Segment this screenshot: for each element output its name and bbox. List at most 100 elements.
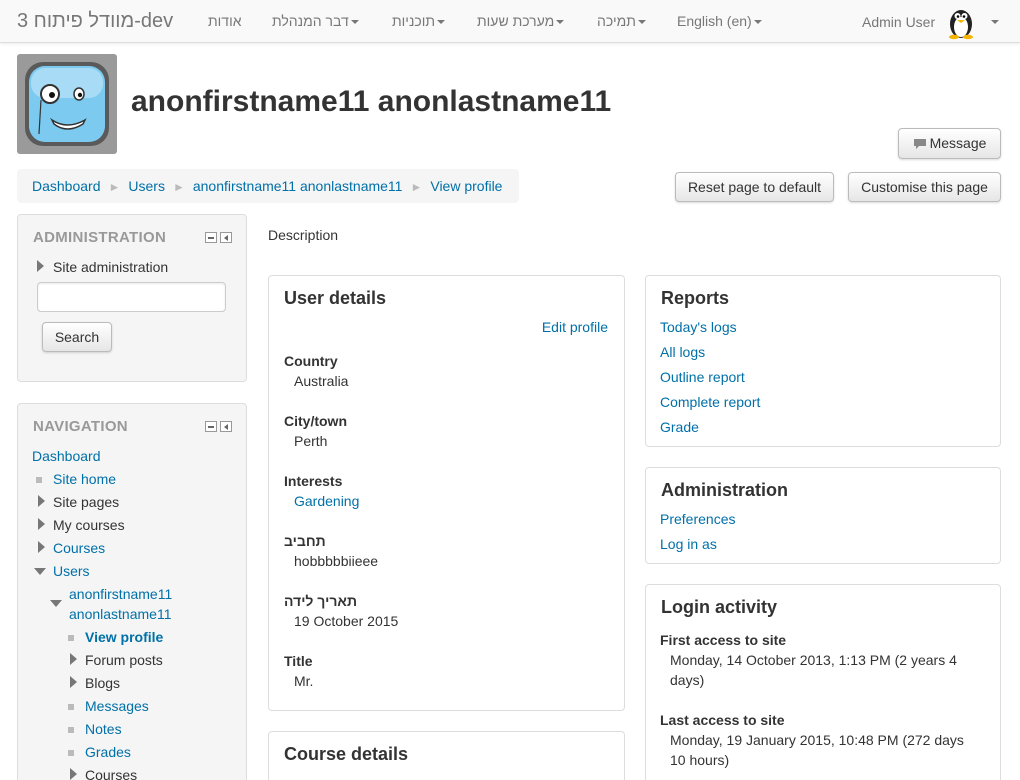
nav-dashboard-link[interactable]: Dashboard <box>32 448 101 464</box>
breadcrumb-separator-icon: ► <box>172 180 185 194</box>
menu-support[interactable]: תמיכה <box>597 13 646 29</box>
nav-sub-label[interactable]: Messages <box>85 698 149 714</box>
last-access-value-line2: 10 hours) <box>670 752 730 768</box>
collapse-block-icon[interactable] <box>205 232 217 243</box>
nav-item-label[interactable]: Courses <box>53 540 105 556</box>
login-activity-title: Login activity <box>661 597 778 617</box>
breadcrumb-separator-icon: ► <box>410 180 423 194</box>
arrow-right-icon <box>38 518 45 530</box>
navigation-block-title: NAVIGATION <box>33 418 128 435</box>
arrow-down-icon <box>50 600 62 607</box>
penguin-avatar-icon <box>949 10 974 40</box>
admin-search-input[interactable] <box>37 282 226 312</box>
administration-card: Administration Preferences Log in as <box>645 467 1001 564</box>
field-value: Mr. <box>294 673 314 689</box>
arrow-right-icon <box>37 260 44 272</box>
navigation-block: NAVIGATION Dashboard Site home Site page… <box>17 403 247 780</box>
field-value: 19 October 2015 <box>294 613 399 629</box>
field-label: תחביב <box>284 533 326 549</box>
user-node-label-line2[interactable]: anonlastname11 <box>69 606 171 622</box>
reports-title: Reports <box>661 288 730 308</box>
arrow-right-icon <box>70 676 77 688</box>
admin-search-button[interactable]: Search <box>42 322 112 352</box>
bullet-square-icon <box>68 727 74 733</box>
breadcrumb-users[interactable]: Users <box>128 178 165 194</box>
bullet-square-icon <box>68 750 74 756</box>
collapse-block-icon[interactable] <box>205 421 217 432</box>
first-access-value-line2: days) <box>670 672 705 688</box>
nav-item-label: My courses <box>53 517 125 533</box>
field-label: תאריך לידה <box>284 593 357 609</box>
bullet-square-icon <box>36 477 42 483</box>
nav-item-label[interactable]: Site home <box>53 471 116 487</box>
breadcrumb-dashboard[interactable]: Dashboard <box>32 178 101 194</box>
report-grade-link[interactable]: Grade <box>660 419 699 435</box>
nav-sub-label[interactable]: Grades <box>85 744 131 760</box>
caret-down-icon <box>637 20 646 25</box>
nav-sub-label[interactable]: View profile <box>85 629 163 645</box>
administration-card-title: Administration <box>661 480 789 500</box>
nav-sub-label: Blogs <box>85 675 121 691</box>
report-outline-link[interactable]: Outline report <box>660 369 745 385</box>
menu-timetable[interactable]: מערכת שעות <box>477 13 565 29</box>
breadcrumb-user[interactable]: anonfirstname11 anonlastname11 <box>193 178 403 194</box>
caret-down-icon <box>991 20 1000 24</box>
reports-card: Reports Today's logs All logs Outline re… <box>645 275 1001 447</box>
site-administration-label: Site administration <box>53 259 169 275</box>
administration-block: ADMINISTRATION Site administration Searc… <box>17 214 247 382</box>
login-activity-card: Login activity First access to site Mond… <box>645 584 1001 780</box>
preferences-link[interactable]: Preferences <box>660 511 735 527</box>
report-complete-link[interactable]: Complete report <box>660 394 760 410</box>
field-label: Country <box>284 353 338 369</box>
first-access-value-line1: Monday, 14 October 2013, 1:13 PM (2 year… <box>670 652 957 668</box>
menu-about[interactable]: אודות <box>208 13 242 29</box>
caret-down-icon <box>437 20 446 25</box>
field-value: Australia <box>294 373 349 389</box>
administration-block-title: ADMINISTRATION <box>33 229 167 246</box>
caret-down-icon <box>556 20 565 25</box>
field-label: City/town <box>284 413 347 429</box>
arrow-right-icon <box>38 541 45 553</box>
user-details-title: User details <box>284 288 387 308</box>
first-access-label: First access to site <box>660 632 787 648</box>
arrow-right-icon <box>38 495 45 507</box>
nav-sub-label: Courses <box>85 767 138 780</box>
dock-block-icon[interactable] <box>220 232 232 243</box>
top-navbar: מוודל פיתוח 3-dev אודות דבר המנהלת תוכני… <box>0 0 1020 43</box>
bullet-square-icon <box>68 704 74 710</box>
caret-down-icon <box>753 20 762 25</box>
dock-block-icon[interactable] <box>220 421 232 432</box>
course-details-title: Course details <box>284 744 409 764</box>
nav-sub-label[interactable]: Notes <box>85 721 122 737</box>
breadcrumb: Dashboard ► Users ► anonfirstname11 anonlast… <box>17 169 519 203</box>
interest-link[interactable]: Gardening <box>294 493 359 509</box>
arrow-right-icon <box>70 653 77 665</box>
nav-item-label: Site pages <box>53 494 120 510</box>
menu-programs[interactable]: תוכניות <box>392 13 446 29</box>
field-label: Title <box>284 653 313 669</box>
edit-profile-link[interactable]: Edit profile <box>542 319 608 335</box>
site-brand-link[interactable]: מוודל פיתוח 3-dev <box>17 10 173 33</box>
arrow-down-icon <box>34 568 46 575</box>
user-node-label-line1[interactable]: anonfirstname11 <box>69 586 172 602</box>
caret-down-icon <box>350 20 359 25</box>
report-all-logs-link[interactable]: All logs <box>660 344 705 360</box>
nav-item-label[interactable]: Users <box>53 563 90 579</box>
course-details-card: Course details <box>268 731 625 780</box>
report-todays-logs-link[interactable]: Today's logs <box>660 319 737 335</box>
speech-bubble-icon <box>913 139 926 149</box>
field-value: hobbbbbiieee <box>294 553 379 569</box>
breadcrumb-separator-icon: ► <box>108 180 121 194</box>
page-title: anonfirstname11 anonlastname11 <box>131 85 612 118</box>
log-in-as-link[interactable]: Log in as <box>660 536 717 552</box>
reset-page-button[interactable]: Reset page to default <box>675 172 834 202</box>
menu-principal-message[interactable]: דבר המנהלת <box>272 13 359 29</box>
user-menu[interactable]: Admin User <box>862 4 1000 40</box>
customise-page-button[interactable]: Customise this page <box>848 172 1001 202</box>
message-button[interactable]: Message <box>898 128 1001 159</box>
description-label: Description <box>268 227 339 243</box>
field-label: Interests <box>284 473 343 489</box>
breadcrumb-view-profile[interactable]: View profile <box>430 178 502 194</box>
language-menu[interactable]: English (en) <box>677 13 762 29</box>
user-name: Admin User <box>862 14 936 30</box>
